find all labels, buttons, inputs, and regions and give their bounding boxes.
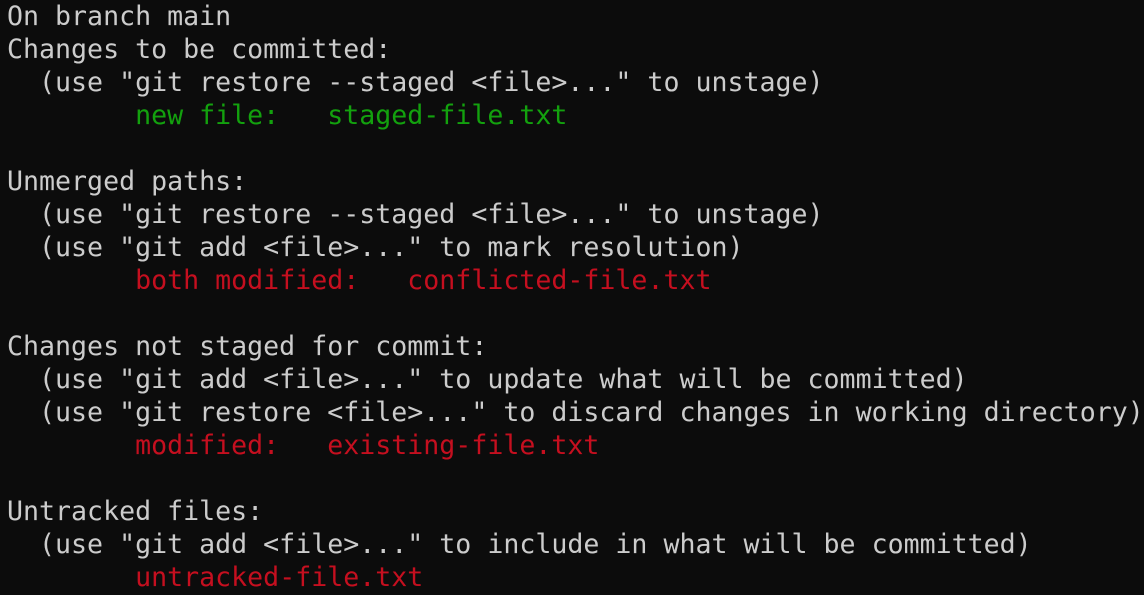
terminal-line: (use "git add <file>..." to update what … <box>7 363 1144 396</box>
terminal-line: Unmerged paths: <box>7 165 1144 198</box>
file-status-entry: both modified: conflicted-file.txt <box>135 265 712 296</box>
terminal-line-text: (use "git add <file>..." to include in w… <box>7 529 1032 560</box>
terminal-line: (use "git add <file>..." to mark resolut… <box>7 231 1144 264</box>
terminal-line-text: (use "git restore --staged <file>..." to… <box>7 67 824 98</box>
terminal-line: Changes not staged for commit: <box>7 330 1144 363</box>
terminal-line: Untracked files: <box>7 495 1144 528</box>
terminal-line: (use "git restore --staged <file>..." to… <box>7 198 1144 231</box>
terminal-line-text: (use "git add <file>..." to mark resolut… <box>7 232 744 263</box>
terminal-line: (use "git restore --staged <file>..." to… <box>7 66 1144 99</box>
terminal-line-text: On branch main <box>7 1 232 32</box>
terminal-line-text: Changes not staged for commit: <box>7 331 488 362</box>
terminal-line: modified: existing-file.txt <box>7 429 1144 462</box>
terminal-line: both modified: conflicted-file.txt <box>7 264 1144 297</box>
terminal-line: (use "git restore <file>..." to discard … <box>7 396 1144 429</box>
terminal-line-text: Unmerged paths: <box>7 166 248 197</box>
file-status-entry: modified: existing-file.txt <box>135 430 600 461</box>
terminal-line-text: (use "git restore --staged <file>..." to… <box>7 199 824 230</box>
terminal-line-text: Untracked files: <box>7 496 264 527</box>
terminal-output[interactable]: On branch main Changes to be committed: (… <box>0 0 1144 594</box>
terminal-line-text: (use "git restore <file>..." to discard … <box>7 397 1144 428</box>
terminal-line: Changes to be committed: <box>7 33 1144 66</box>
terminal-line-text: Changes to be committed: <box>7 34 392 65</box>
terminal-line: On branch main <box>7 0 1144 33</box>
file-status-entry: new file: staged-file.txt <box>135 100 568 131</box>
file-status-entry: untracked-file.txt <box>135 562 424 593</box>
terminal-line-text: (use "git add <file>..." to update what … <box>7 364 968 395</box>
terminal-line: (use "git add <file>..." to include in w… <box>7 528 1144 561</box>
terminal-line: new file: staged-file.txt <box>7 99 1144 132</box>
terminal-line: untracked-file.txt <box>7 561 1144 594</box>
